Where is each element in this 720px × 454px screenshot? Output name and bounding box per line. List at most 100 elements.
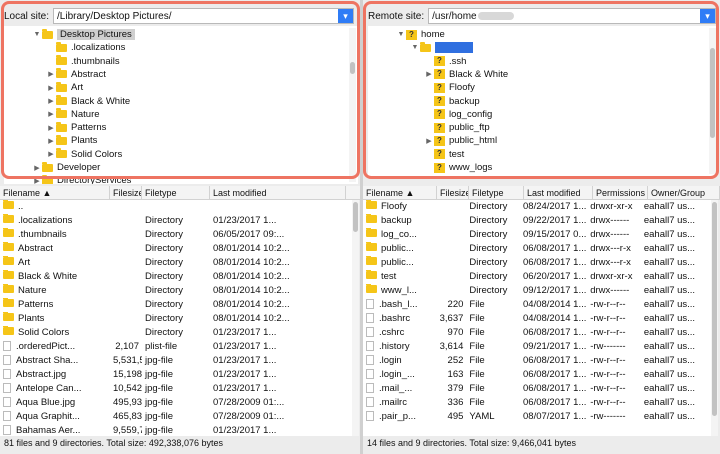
column-header[interactable]: Owner/Group	[648, 186, 720, 199]
chevron-down-icon[interactable]: ▾	[700, 9, 715, 23]
tree-item[interactable]: ▶ DirectoryServices	[32, 174, 131, 184]
file-row[interactable]: .mailrc 336 File 06/08/2017 1... -rw-r--r-- e…	[363, 396, 711, 410]
file-row[interactable]: Floofy Directory 08/24/2017 1... drwxr-xr-x…	[363, 200, 711, 214]
file-row[interactable]: .thumbnails Directory 06/05/2017 09:...	[0, 228, 352, 242]
expand-triangle-closed-icon[interactable]: ▶	[46, 70, 56, 78]
tree-item[interactable]: ? www_logs	[424, 161, 492, 174]
file-row[interactable]: Bahamas Aer... 9,559,748jpg-file 01/23/201…	[0, 424, 352, 436]
expand-triangle-open-icon[interactable]: ▼	[396, 31, 406, 38]
expand-triangle-closed-icon[interactable]: ▶	[46, 137, 56, 145]
file-row[interactable]: .localizations Directory 01/23/2017 1...	[0, 214, 352, 228]
expand-triangle-closed-icon[interactable]: ▶	[46, 150, 56, 158]
file-row[interactable]: ..	[0, 200, 352, 214]
file-row[interactable]: .login 252 File 06/08/2017 1... -rw-r--r-- ea…	[363, 354, 711, 368]
column-header[interactable]: Filename ▲	[363, 186, 437, 199]
file-row[interactable]: Abstract Directory 08/01/2014 10:2...	[0, 242, 352, 256]
remote-file-list-header[interactable]: Filename ▲ Filesize Filetype Last modified P…	[363, 186, 720, 200]
tree-item[interactable]: ? .ssh	[424, 55, 466, 68]
tree-item[interactable]: ▼? home	[396, 28, 445, 41]
file-modified-cell: 07/28/2009 01:...	[213, 397, 285, 408]
tree-item[interactable]: ▼ Desktop Pictures	[32, 28, 135, 41]
tree-item[interactable]: .thumbnails	[46, 55, 120, 68]
tree-item[interactable]: ▶ Solid Colors	[46, 148, 122, 161]
tree-item[interactable]: ? Floofy	[424, 81, 475, 94]
expand-triangle-closed-icon[interactable]: ▶	[46, 124, 56, 132]
tree-item[interactable]: ▶ Black & White	[46, 95, 130, 108]
remote-list-scrollbar[interactable]	[711, 200, 718, 436]
remote-directory-tree[interactable]: ▼? home ▼? .ssh ▶? Black & White? Floofy? backu…	[368, 26, 718, 176]
tree-item[interactable]: ▶ Art	[46, 81, 83, 94]
file-row[interactable]: .history 3,614 File 09/21/2017 1... -rw-----…	[363, 340, 711, 354]
tree-item[interactable]: ▶ Abstract	[46, 68, 106, 81]
file-size-cell	[435, 270, 466, 284]
column-header[interactable]: Filetype	[469, 186, 524, 199]
remote-tree-scrollbar[interactable]	[709, 28, 716, 174]
column-header[interactable]: Filesize	[437, 186, 469, 199]
expand-triangle-closed-icon[interactable]: ▶	[46, 97, 56, 105]
chevron-down-icon[interactable]: ▾	[338, 9, 353, 23]
column-header[interactable]: Filesize	[110, 186, 142, 199]
local-site-path[interactable]: /Library/Desktop Pictures/	[57, 11, 172, 22]
tree-item[interactable]: ▶? Black & White	[424, 68, 508, 81]
column-header[interactable]: Last modified	[524, 186, 593, 199]
local-tree-scrollbar[interactable]	[349, 28, 356, 182]
expand-triangle-closed-icon[interactable]: ▶	[32, 177, 42, 184]
file-row[interactable]: test Directory 06/20/2017 1... drwxr-xr-x ea…	[363, 270, 711, 284]
remote-site-path-combo[interactable]: /usr/home ▾	[428, 8, 716, 24]
expand-triangle-open-icon[interactable]: ▼	[32, 31, 42, 38]
local-directory-tree[interactable]: ▼ Desktop Pictures .localizations .thumbnai…	[4, 26, 358, 184]
tree-item[interactable]: .localizations	[46, 41, 125, 54]
tree-item[interactable]: ▶ Patterns	[46, 121, 106, 134]
file-row[interactable]: Antelope Can... 10,542,108jpg-file 01/23/2…	[0, 382, 352, 396]
file-row[interactable]: Aqua Graphit... 465,833jpg-file 07/28/2009…	[0, 410, 352, 424]
file-row[interactable]: Art Directory 08/01/2014 10:2...	[0, 256, 352, 270]
tree-item[interactable]: ? public_ftp	[424, 121, 490, 134]
column-header[interactable]: Filetype	[142, 186, 210, 199]
local-site-path-combo[interactable]: /Library/Desktop Pictures/ ▾	[53, 8, 354, 24]
expand-triangle-closed-icon[interactable]: ▶	[32, 164, 42, 172]
file-row[interactable]: .login_... 163 File 06/08/2017 1... -rw-r--r…	[363, 368, 711, 382]
tree-item[interactable]: ▶ Plants	[46, 134, 97, 147]
file-row[interactable]: Solid Colors Directory 01/23/2017 1...	[0, 326, 352, 340]
column-header[interactable]: Permissions	[593, 186, 648, 199]
file-row[interactable]: public... Directory 06/08/2017 1... drwx---…	[363, 256, 711, 270]
file-row[interactable]: .pair_p... 495 YAML 08/07/2017 1... -rw-----…	[363, 410, 711, 424]
file-row[interactable]: Abstract.jpg 15,198,281jpg-file 01/23/2017…	[0, 368, 352, 382]
tree-item[interactable]: ? test	[424, 148, 464, 161]
remote-site-path[interactable]: /usr/home	[432, 11, 476, 22]
expand-triangle-closed-icon[interactable]: ▶	[46, 84, 56, 92]
expand-triangle-closed-icon[interactable]: ▶	[424, 70, 434, 78]
tree-item[interactable]: ▶ Developer	[32, 161, 100, 174]
file-row[interactable]: .cshrc 970 File 06/08/2017 1... -rw-r--r-- ea…	[363, 326, 711, 340]
expand-triangle-open-icon[interactable]: ▼	[410, 44, 420, 51]
file-row[interactable]: log_co... Directory 09/15/2017 0... drwx---…	[363, 228, 711, 242]
local-file-list[interactable]: .. .localizations Directory 01/23/2017 1...…	[0, 200, 352, 436]
local-file-list-header[interactable]: Filename ▲ Filesize Filetype Last modified	[0, 186, 360, 200]
tree-item[interactable]: ▶? public_html	[424, 134, 497, 147]
tree-item[interactable]: ? log_config	[424, 108, 492, 121]
file-row[interactable]: Nature Directory 08/01/2014 10:2...	[0, 284, 352, 298]
file-row[interactable]: Abstract Sha... 5,531,590jpg-file 01/23/20…	[0, 354, 352, 368]
local-list-scrollbar[interactable]	[352, 200, 359, 436]
file-row[interactable]: Aqua Blue.jpg 495,932jpg-file 07/28/2009 0…	[0, 396, 352, 410]
file-row[interactable]: www_l... Directory 09/12/2017 1... drwx----…	[363, 284, 711, 298]
expand-triangle-closed-icon[interactable]: ▶	[424, 137, 434, 145]
file-row[interactable]: public... Directory 06/08/2017 1... drwx---…	[363, 242, 711, 256]
column-header[interactable]: Filename ▲	[0, 186, 110, 199]
file-row[interactable]: .orderedPict... 2,107 plist-file 01/23/2017…	[0, 340, 352, 354]
tree-item[interactable]: ▼	[410, 41, 473, 54]
remote-file-list[interactable]: Floofy Directory 08/24/2017 1... drwxr-xr-x…	[363, 200, 711, 436]
file-size-cell: 163	[447, 369, 464, 380]
file-row[interactable]: .bash_l... 220 File 04/08/2014 1... -rw-r--r…	[363, 298, 711, 312]
tree-item[interactable]: ? backup	[424, 95, 480, 108]
file-row[interactable]: Black & White Directory 08/01/2014 10:2...	[0, 270, 352, 284]
file-row[interactable]: .mail_... 379 File 06/08/2017 1... -rw-r--r-…	[363, 382, 711, 396]
file-row[interactable]: .bashrc 3,637 File 04/08/2014 1... -rw-r--r-…	[363, 312, 711, 326]
tree-item[interactable]: ▶ Nature	[46, 108, 100, 121]
file-row[interactable]: backup Directory 09/22/2017 1... drwx------…	[363, 214, 711, 228]
file-row[interactable]: Plants Directory 08/01/2014 10:2...	[0, 312, 352, 326]
file-modified-cell: 08/01/2014 10:2...	[213, 285, 290, 296]
column-header[interactable]: Last modified	[210, 186, 346, 199]
expand-triangle-closed-icon[interactable]: ▶	[46, 110, 56, 118]
file-row[interactable]: Patterns Directory 08/01/2014 10:2...	[0, 298, 352, 312]
